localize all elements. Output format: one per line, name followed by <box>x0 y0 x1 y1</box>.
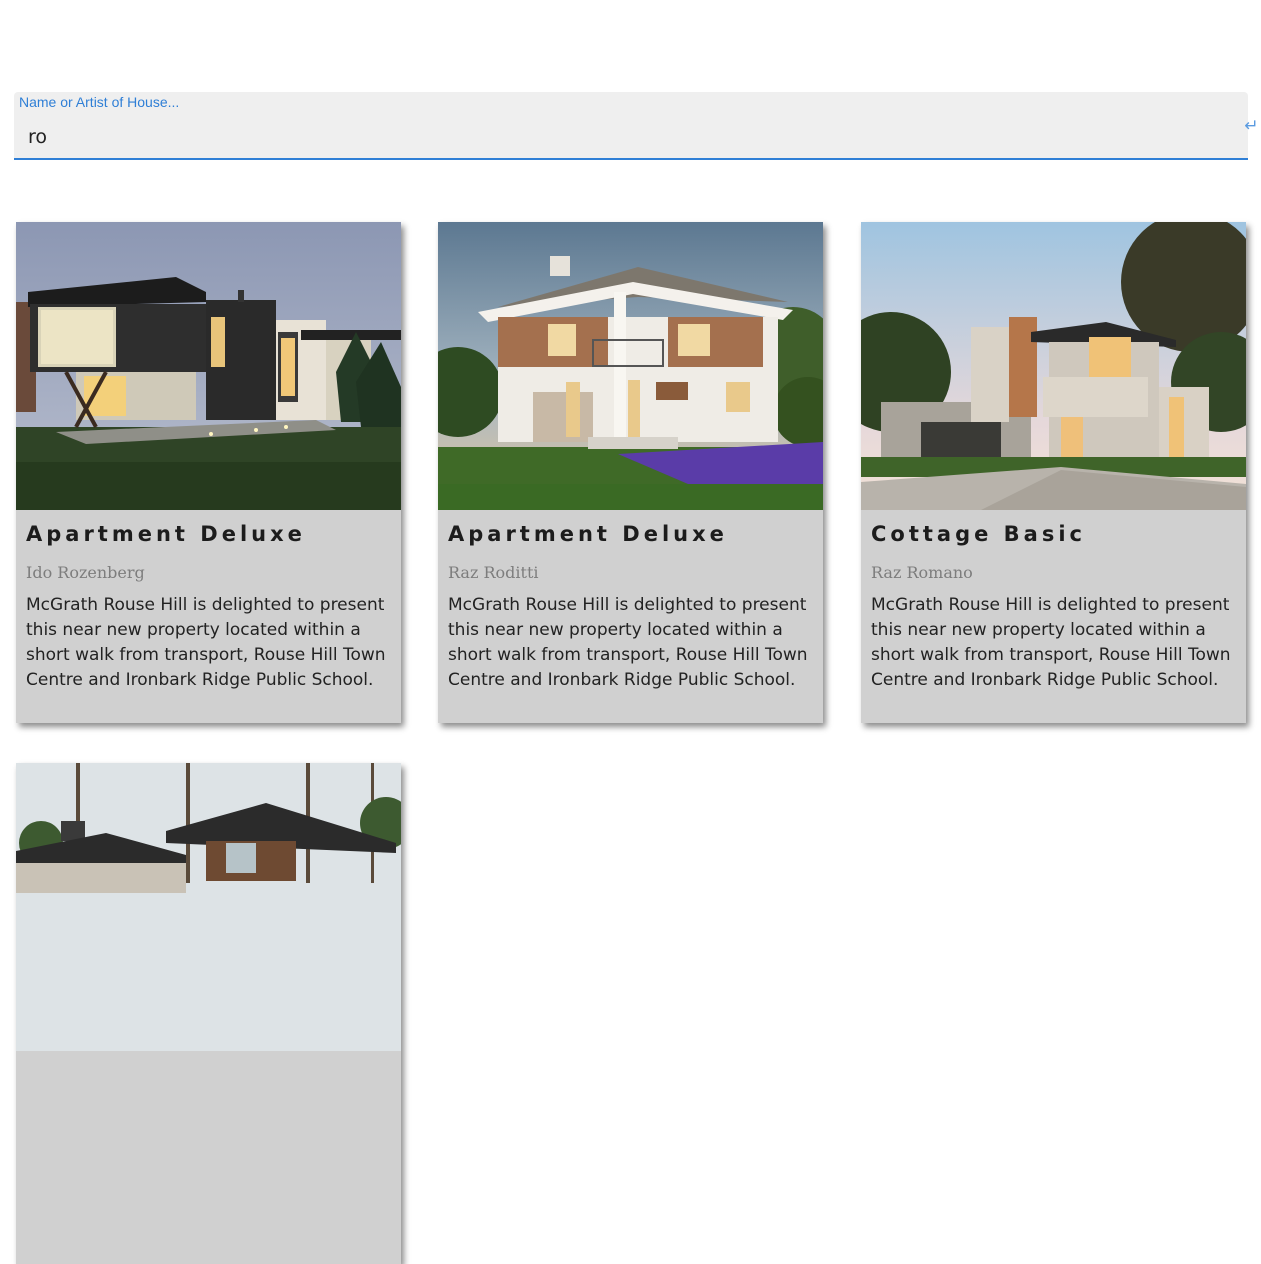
search-field[interactable]: Name or Artist of House... <box>14 92 1248 160</box>
search-label: Name or Artist of House... <box>19 94 180 110</box>
house-card[interactable]: Cottage Basic Raz Romano McGrath Rouse H… <box>861 222 1246 723</box>
house-title: Cottage Basic <box>871 522 1086 546</box>
house-card[interactable]: Apartment Deluxe Ido Rozenberg McGrath R… <box>16 222 401 723</box>
house-description: McGrath Rouse Hill is delighted to prese… <box>871 595 1231 690</box>
house-description: McGrath Rouse Hill is delighted to prese… <box>448 595 808 690</box>
house-title: Apartment Deluxe <box>26 522 306 546</box>
house-artist: Ido Rozenberg <box>26 563 145 582</box>
house-image <box>861 222 1246 510</box>
house-image <box>16 763 401 1051</box>
enter-icon[interactable]: ↵ <box>1242 116 1261 136</box>
house-image <box>16 222 401 510</box>
house-description: McGrath Rouse Hill is delighted to prese… <box>26 595 386 690</box>
house-card[interactable]: Apartment Deluxe Raz Roditti McGrath Rou… <box>438 222 823 723</box>
house-artist: Raz Roditti <box>448 563 539 582</box>
house-title: Apartment Deluxe <box>448 522 728 546</box>
house-card[interactable] <box>16 763 401 1264</box>
house-image <box>438 222 823 510</box>
house-artist: Raz Romano <box>871 563 973 582</box>
search-input[interactable] <box>28 124 1208 150</box>
